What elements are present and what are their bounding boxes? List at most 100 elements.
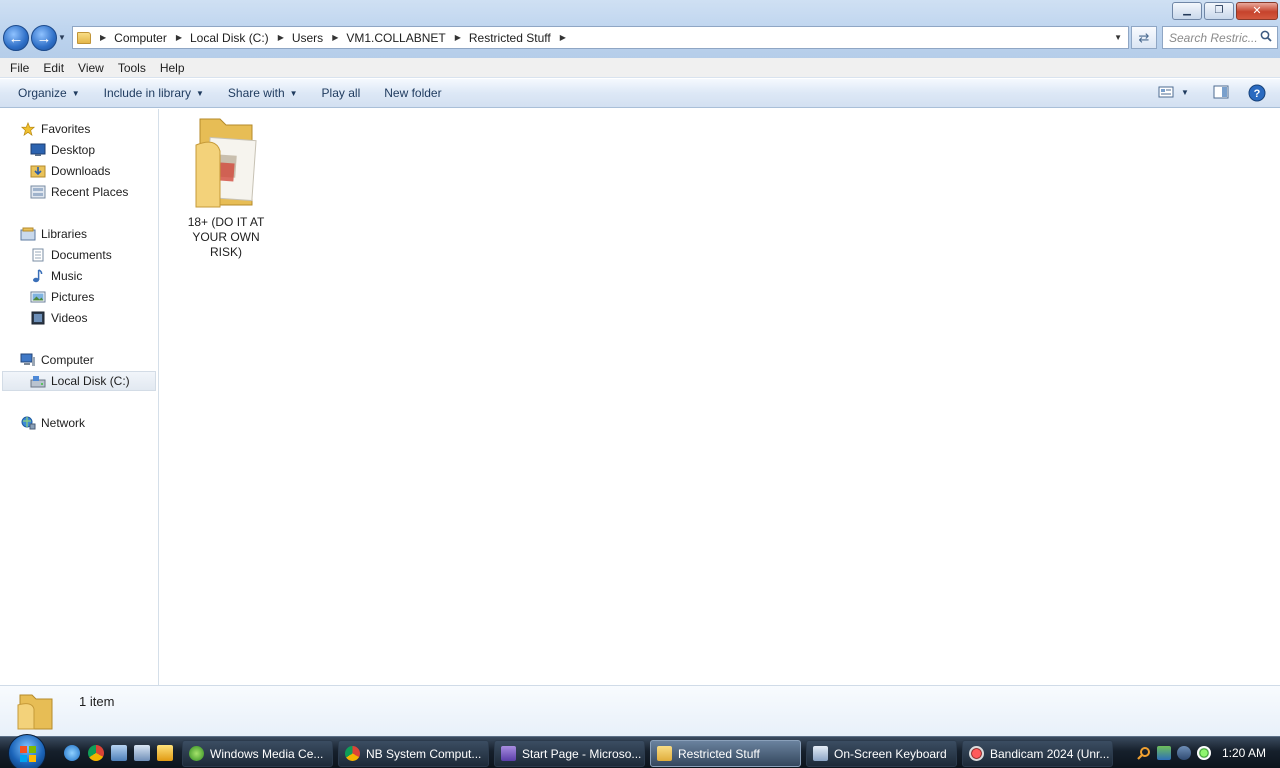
search-box[interactable] — [1162, 26, 1278, 49]
preview-pane-button[interactable] — [1213, 85, 1229, 99]
maximize-button[interactable]: ❐ — [1204, 2, 1234, 20]
desktop-icon — [30, 143, 46, 156]
libraries-icon — [20, 227, 36, 241]
nav-documents[interactable]: Documents — [30, 245, 112, 265]
chevron-down-icon: ▼ — [71, 88, 80, 98]
media-player-icon[interactable] — [157, 745, 173, 761]
play-all-button[interactable]: Play all — [314, 86, 369, 100]
help-button[interactable]: ? — [1248, 84, 1266, 102]
chevron-down-icon: ▼ — [1181, 87, 1189, 97]
nav-desktop[interactable]: Desktop — [30, 140, 95, 160]
keyboard-icon — [813, 746, 828, 761]
menu-view[interactable]: View — [71, 61, 111, 75]
svg-text:?: ? — [1254, 88, 1261, 100]
nav-music[interactable]: Music — [30, 266, 82, 286]
menu-bar: File Edit View Tools Help — [0, 58, 1280, 78]
hard-disk-icon — [30, 376, 46, 388]
taskbar: Windows Media Ce... NB System Comput... … — [0, 734, 1280, 768]
clock[interactable]: 1:20 AM — [1222, 746, 1266, 760]
network-status-icon[interactable] — [1157, 746, 1171, 760]
recent-pages-button[interactable]: ▼ — [58, 33, 66, 42]
nav-libraries[interactable]: Libraries — [20, 224, 87, 244]
file-list[interactable]: 18+ (DO IT AT YOUR OWN RISK) — [160, 109, 1280, 685]
chrome-icon — [345, 746, 360, 761]
include-in-library-button[interactable]: Include in library ▼ — [96, 86, 212, 100]
nav-favorites[interactable]: Favorites — [20, 119, 90, 139]
menu-help[interactable]: Help — [153, 61, 192, 75]
breadcrumb-users[interactable]: Users — [292, 31, 323, 45]
close-button[interactable]: ✕ — [1236, 2, 1278, 20]
network-icon — [21, 416, 36, 430]
new-folder-button[interactable]: New folder — [376, 86, 449, 100]
address-bar[interactable]: ▶ Computer ▶ Local Disk (C:) ▶ Users ▶ V… — [72, 26, 1129, 49]
organize-button[interactable]: Organize ▼ — [10, 86, 88, 100]
chevron-down-icon[interactable]: ▼ — [1114, 33, 1122, 42]
folder-icon — [657, 746, 672, 761]
back-button[interactable]: ← — [3, 25, 29, 51]
record-icon — [969, 746, 984, 761]
computer-icon — [20, 353, 35, 366]
share-with-button[interactable]: Share with ▼ — [220, 86, 306, 100]
task-on-screen-keyboard[interactable]: On-Screen Keyboard — [806, 740, 957, 767]
arrow-left-icon: ← — [8, 29, 24, 47]
nav-recent-places[interactable]: Recent Places — [30, 182, 128, 202]
change-view-button[interactable]: ▼ — [1158, 85, 1189, 99]
refresh-button[interactable]: ⇄ — [1131, 26, 1157, 49]
chevron-right-icon[interactable]: ▶ — [560, 33, 566, 42]
chevron-right-icon[interactable]: ▶ — [332, 33, 338, 42]
chevron-right-icon[interactable]: ▶ — [278, 33, 284, 42]
star-icon — [20, 122, 36, 136]
breadcrumb-computer[interactable]: Computer — [114, 31, 167, 45]
status-indicator-icon[interactable] — [1197, 746, 1211, 760]
task-restricted-stuff[interactable]: Restricted Stuff — [650, 740, 801, 767]
menu-file[interactable]: File — [3, 61, 36, 75]
view-icon — [1158, 86, 1174, 98]
command-bar: Organize ▼ Include in library ▼ Share with… — [0, 79, 1280, 108]
task-nb-system-computer[interactable]: NB System Comput... — [338, 740, 489, 767]
task-windows-media-center[interactable]: Windows Media Ce... — [182, 740, 333, 767]
menu-tools[interactable]: Tools — [111, 61, 153, 75]
arrow-right-icon: → — [36, 29, 52, 47]
pictures-icon — [30, 291, 46, 303]
task-bandicam[interactable]: Bandicam 2024 (Unr... — [962, 740, 1113, 767]
nav-videos[interactable]: Videos — [30, 308, 87, 328]
navigation-pane: Favorites Desktop Downloads Recent Place… — [0, 109, 159, 685]
chrome-icon[interactable] — [88, 745, 104, 761]
breadcrumb-restricted-stuff[interactable]: Restricted Stuff — [469, 31, 551, 45]
preview-pane-icon — [1213, 85, 1229, 99]
show-desktop-icon[interactable] — [111, 745, 127, 761]
refresh-icon: ⇄ — [1138, 29, 1150, 45]
nav-pictures[interactable]: Pictures — [30, 287, 94, 307]
nav-computer[interactable]: Computer — [20, 350, 94, 370]
search-icon[interactable] — [1260, 30, 1272, 42]
nav-local-disk[interactable]: Local Disk (C:) — [2, 371, 156, 391]
help-icon: ? — [1248, 84, 1266, 102]
start-button[interactable] — [8, 734, 46, 768]
window-controls: ▁ ❐ ✕ — [1172, 2, 1278, 20]
menu-edit[interactable]: Edit — [36, 61, 71, 75]
connection-icon[interactable] — [1177, 746, 1191, 760]
chevron-down-icon: ▼ — [196, 88, 204, 98]
downloads-folder-icon — [30, 165, 46, 178]
chevron-right-icon[interactable]: ▶ — [176, 33, 182, 42]
nav-downloads[interactable]: Downloads — [30, 161, 110, 181]
minimize-button[interactable]: ▁ — [1172, 2, 1202, 20]
forward-button[interactable]: → — [31, 25, 57, 51]
search-input[interactable] — [1169, 30, 1259, 45]
breadcrumb-user-folder[interactable]: VM1.COLLABNET — [346, 31, 445, 45]
nav-network[interactable]: Network — [20, 413, 85, 433]
documents-icon — [32, 248, 44, 262]
details-pane: 1 item — [0, 685, 1280, 736]
folder-item[interactable]: 18+ (DO IT AT YOUR OWN RISK) — [178, 115, 274, 260]
internet-explorer-icon[interactable] — [64, 745, 80, 761]
task-start-page[interactable]: Start Page - Microso... — [494, 740, 645, 767]
title-bar: ▁ ❐ ✕ ← → ▼ ▶ Computer ▶ Local Disk (C:)… — [0, 0, 1280, 58]
visual-studio-icon — [501, 746, 516, 761]
chevron-right-icon[interactable]: ▶ — [100, 33, 106, 42]
item-count: 1 item — [79, 694, 115, 709]
chevron-right-icon[interactable]: ▶ — [455, 33, 461, 42]
switch-windows-icon[interactable] — [134, 745, 150, 761]
search-icon[interactable] — [1137, 746, 1151, 760]
breadcrumb-local-disk[interactable]: Local Disk (C:) — [190, 31, 269, 45]
folder-icon — [77, 31, 91, 44]
